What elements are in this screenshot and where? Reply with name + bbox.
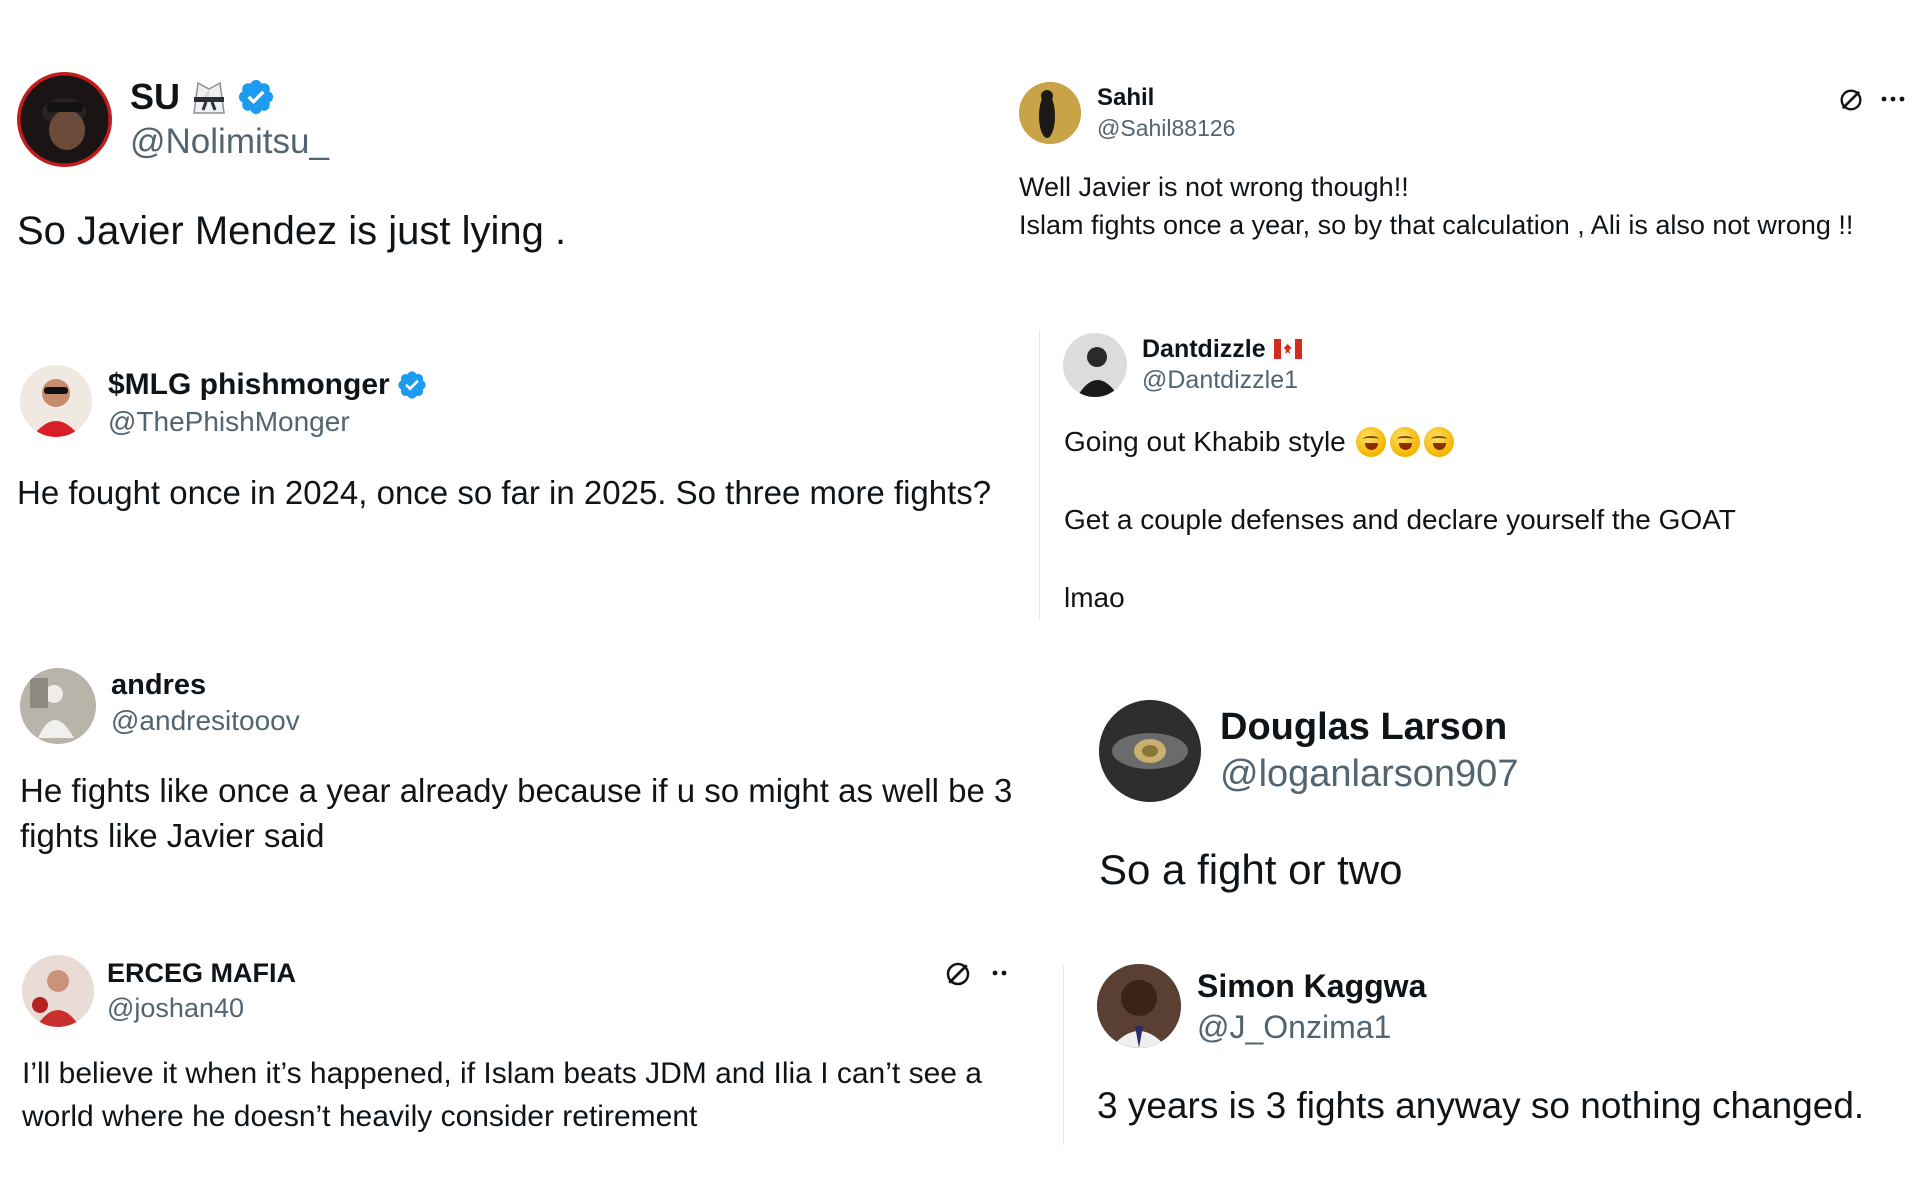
more-icon[interactable] bbox=[990, 963, 1012, 988]
display-name: $MLG phishmonger bbox=[108, 368, 390, 401]
grok-icon[interactable] bbox=[943, 959, 973, 994]
avatar[interactable] bbox=[20, 668, 96, 744]
canada-flag-icon bbox=[1273, 339, 1302, 359]
handle: @joshan40 bbox=[107, 993, 245, 1023]
karate-gi-icon bbox=[190, 77, 228, 117]
avatar[interactable] bbox=[1019, 82, 1081, 144]
display-name: Simon Kaggwa bbox=[1197, 967, 1427, 1004]
tweet-text-line: Well Javier is not wrong though!! bbox=[1019, 172, 1409, 202]
tweet-text-line: Get a couple defenses and declare yourse… bbox=[1064, 504, 1736, 535]
grok-icon[interactable] bbox=[1837, 86, 1865, 119]
avatar[interactable] bbox=[17, 72, 112, 167]
tweet-text: He fought once in 2024, once so far in 2… bbox=[17, 474, 992, 511]
handle: @andresitooov bbox=[111, 705, 300, 736]
tweet-text-line: Islam fights once a year, so by that cal… bbox=[1019, 210, 1854, 240]
tweet-text: So Javier Mendez is just lying . bbox=[17, 209, 567, 253]
handle: @Sahil88126 bbox=[1097, 115, 1236, 141]
rofl-emoji-icon bbox=[1423, 427, 1454, 458]
tweet-text-line: fights like Javier said bbox=[20, 817, 325, 854]
handle: @loganlarson907 bbox=[1220, 753, 1519, 795]
tweet-text: 3 years is 3 fights anyway so nothing ch… bbox=[1097, 1085, 1865, 1126]
rofl-emoji-icon bbox=[1389, 427, 1420, 458]
handle: @ThePhishMonger bbox=[108, 406, 350, 437]
display-name: andres bbox=[111, 668, 207, 701]
handle: @Nolimitsu_ bbox=[130, 122, 329, 161]
avatar[interactable] bbox=[1063, 333, 1127, 397]
avatar[interactable] bbox=[1097, 964, 1181, 1048]
display-name: Dantdizzle bbox=[1142, 334, 1266, 363]
display-name: Douglas Larson bbox=[1220, 705, 1508, 748]
verified-badge-icon bbox=[396, 369, 428, 401]
rofl-emoji-icon bbox=[1355, 427, 1386, 458]
thread-divider bbox=[1039, 330, 1040, 620]
handle: @Dantdizzle1 bbox=[1142, 366, 1299, 394]
avatar[interactable] bbox=[22, 955, 94, 1027]
tweet-text-line: world where he doesn’t heavily consider … bbox=[22, 1100, 698, 1133]
tweet-text-segment: Going out Khabib style bbox=[1064, 426, 1346, 457]
tweet-text: So a fight or two bbox=[1099, 846, 1403, 893]
tweet-text-line: I’ll believe it when it’s happened, if I… bbox=[22, 1057, 982, 1090]
tweet-text-line: lmao bbox=[1064, 582, 1125, 613]
avatar[interactable] bbox=[20, 365, 92, 437]
tweet-text-line: Going out Khabib style bbox=[1064, 424, 1454, 460]
tweet-text-line: He fights like once a year already becau… bbox=[20, 772, 1013, 809]
avatar[interactable] bbox=[1099, 700, 1201, 802]
verified-badge-icon bbox=[236, 77, 276, 117]
thread-divider bbox=[1063, 965, 1064, 1145]
display-name: Sahil bbox=[1097, 84, 1155, 111]
handle: @J_Onzima1 bbox=[1197, 1009, 1392, 1045]
more-icon[interactable] bbox=[1880, 88, 1906, 115]
display-name: ERCEG MAFIA bbox=[107, 957, 296, 988]
display-name: SU bbox=[130, 76, 181, 117]
